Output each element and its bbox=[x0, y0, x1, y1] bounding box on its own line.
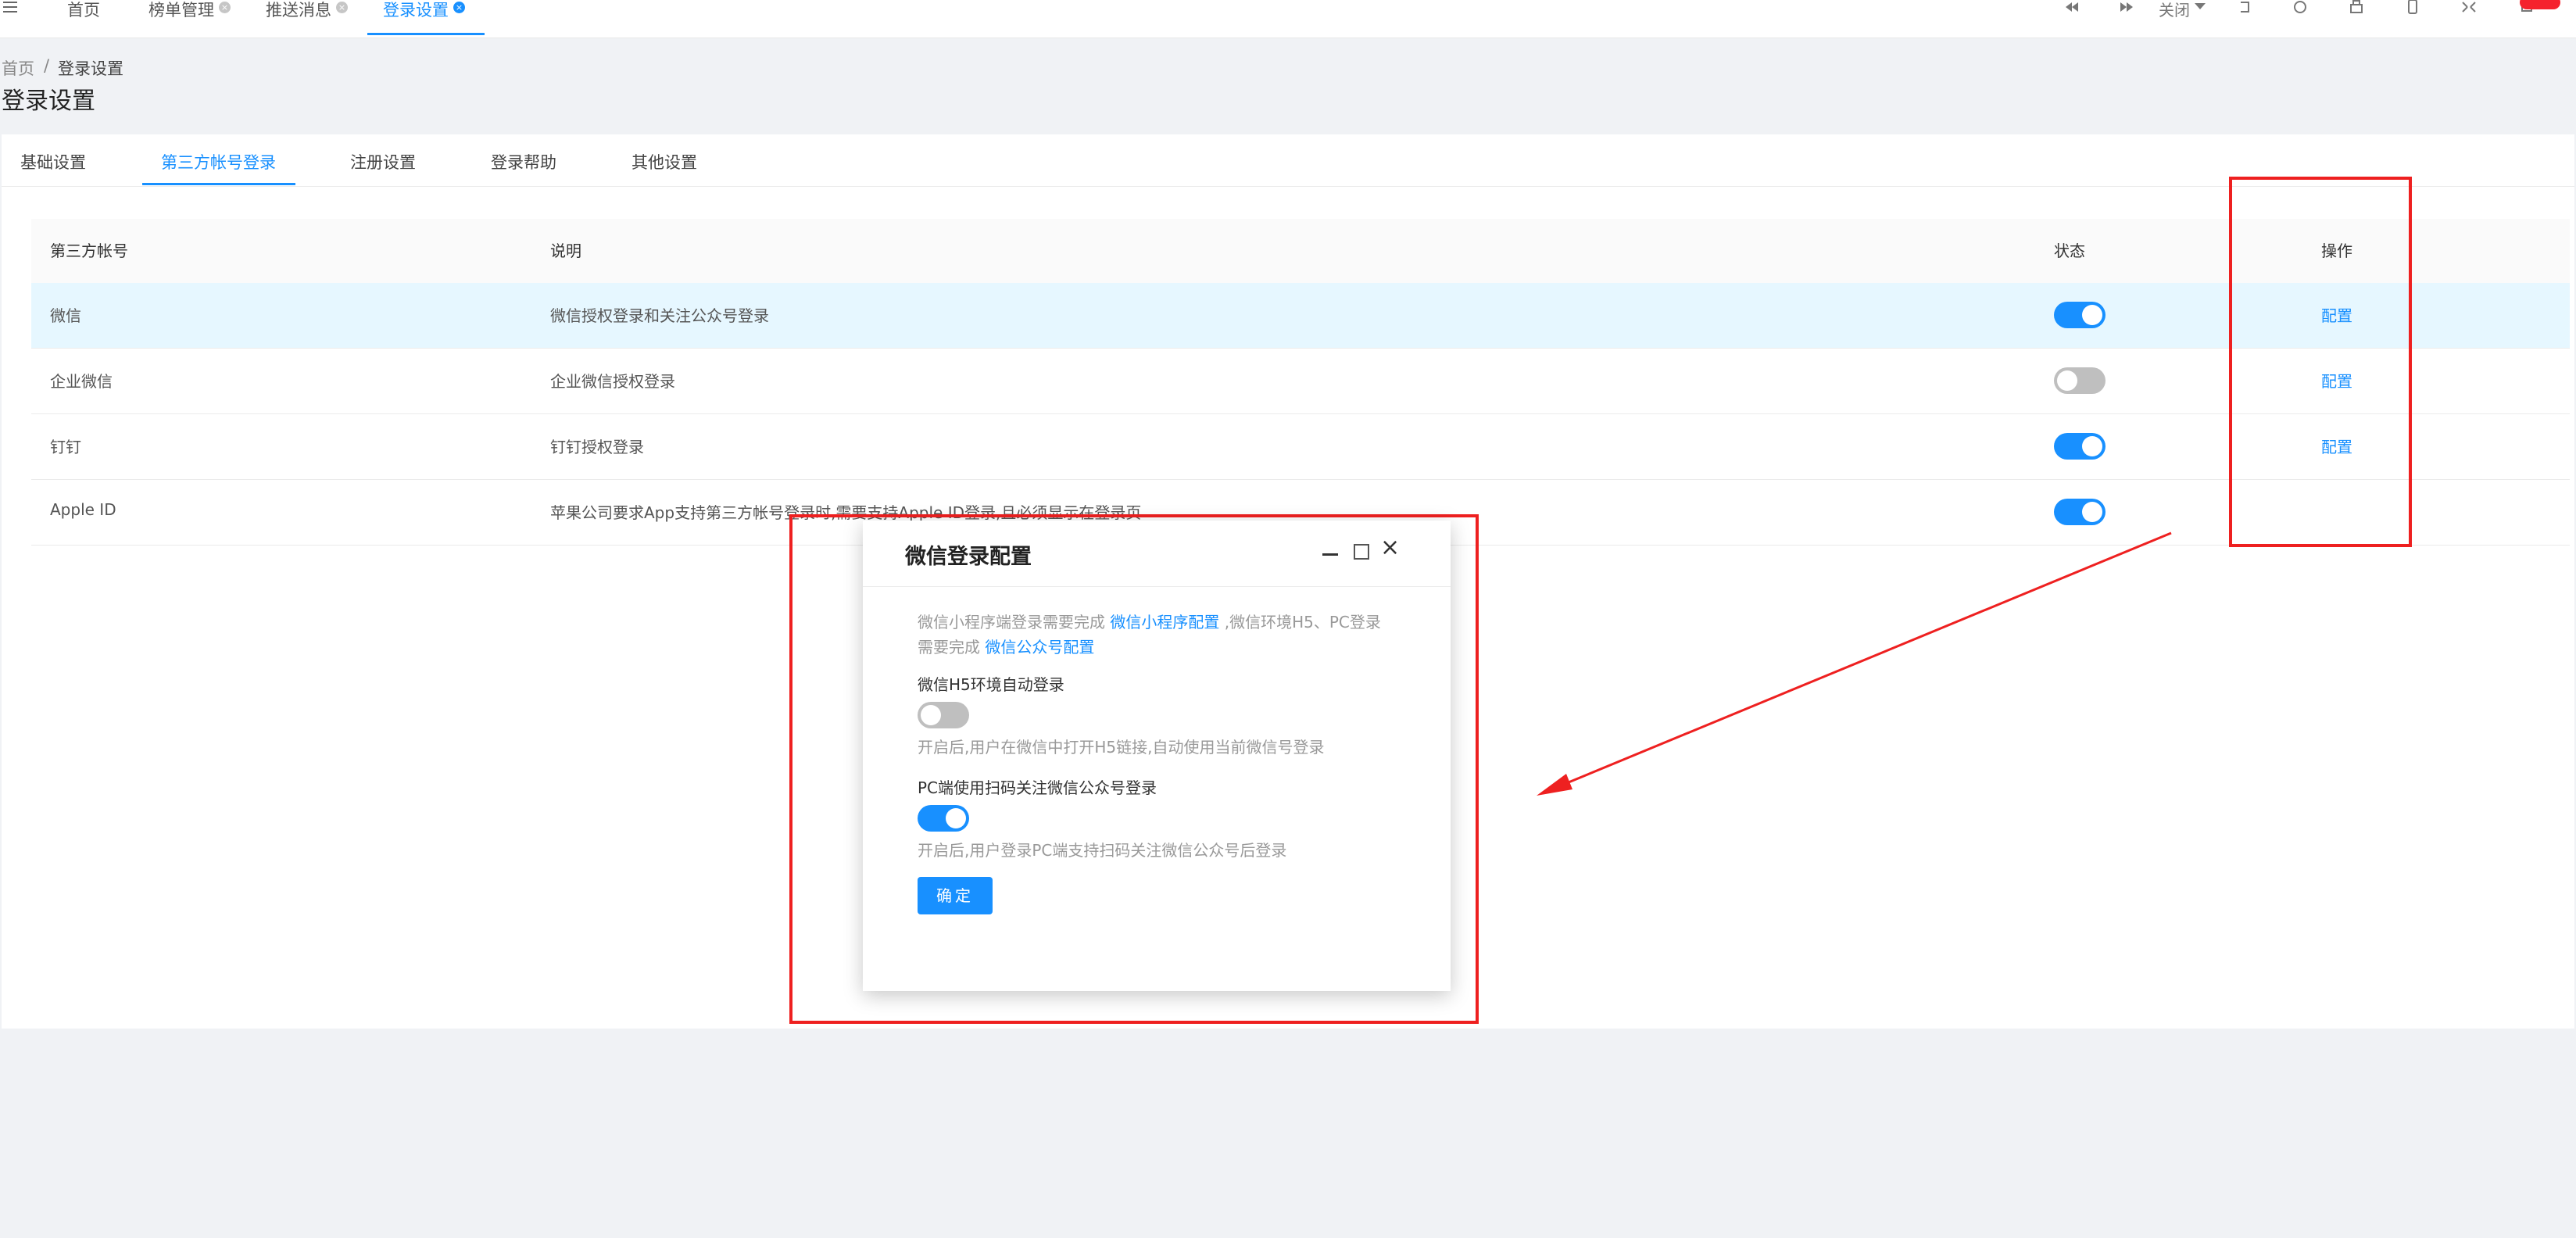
h5-auto-login-help: 开启后,用户在微信中打开H5链接,自动使用当前微信号登录 bbox=[918, 738, 1325, 757]
wechat-login-config-dialog: 微信登录配置 × 微信小程序端登录需要完成 微信小程序配置 ,微信环境H5、PC… bbox=[863, 521, 1451, 991]
h5-auto-login-label: 微信H5环境自动登录 bbox=[918, 675, 1064, 694]
dialog-title: 微信登录配置 bbox=[905, 545, 1032, 569]
dialog-hint: 微信小程序端登录需要完成 微信小程序配置 ,微信环境H5、PC登录 bbox=[918, 613, 1381, 632]
minimize-icon[interactable] bbox=[1322, 553, 1338, 556]
confirm-button[interactable]: 确定 bbox=[918, 877, 993, 914]
pc-scan-login-help: 开启后,用户登录PC端支持扫码关注微信公众号后登录 bbox=[918, 841, 1287, 860]
miniprogram-config-link[interactable]: 微信小程序配置 bbox=[1110, 613, 1219, 632]
official-account-config-link[interactable]: 微信公众号配置 bbox=[985, 638, 1094, 657]
h5-auto-login-toggle[interactable] bbox=[918, 702, 969, 728]
maximize-icon[interactable] bbox=[1354, 544, 1369, 560]
divider bbox=[863, 586, 1451, 587]
dialog-hint-line2: 需要完成 微信公众号配置 bbox=[918, 638, 1095, 657]
close-icon[interactable]: × bbox=[1380, 536, 1400, 560]
pc-scan-login-label: PC端使用扫码关注微信公众号登录 bbox=[918, 778, 1157, 797]
pc-scan-login-toggle[interactable] bbox=[918, 805, 969, 832]
